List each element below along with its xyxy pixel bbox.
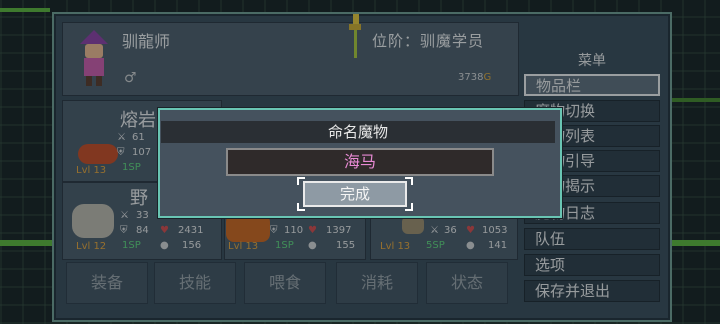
selection-corner: [405, 177, 413, 185]
selection-corner: [297, 203, 305, 211]
vine-decoration: [672, 98, 720, 102]
selection-corner: [297, 177, 305, 185]
vine-decoration: [672, 240, 720, 246]
confirm-button[interactable]: 完成: [303, 181, 407, 207]
vine-decoration: [0, 240, 52, 246]
vine-decoration: [0, 8, 50, 12]
dialog-title: 命名魔物: [161, 121, 555, 143]
selection-corner: [405, 203, 413, 211]
monster-name-input[interactable]: 海马: [226, 148, 494, 176]
